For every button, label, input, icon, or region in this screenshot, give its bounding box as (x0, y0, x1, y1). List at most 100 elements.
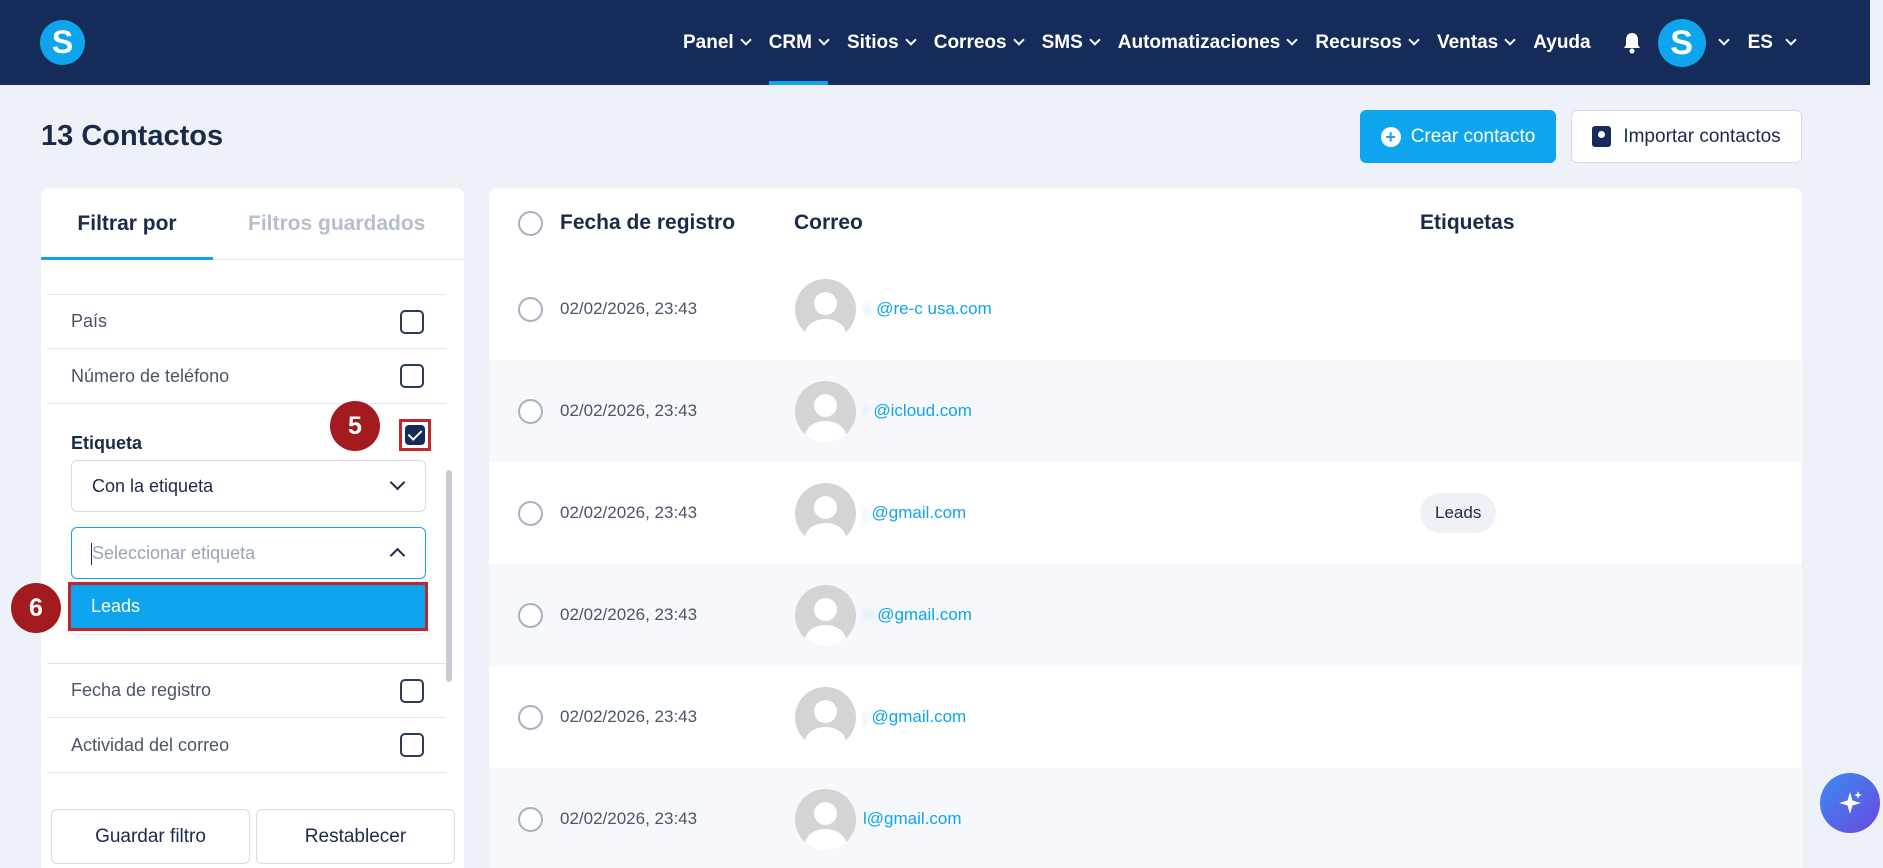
bell-icon[interactable] (1622, 32, 1642, 54)
table-row[interactable]: 02/02/2026, 23:43 j @gmail.com (489, 666, 1802, 768)
row-email[interactable]: r @icloud.com (863, 401, 972, 421)
main-nav: Panel CRM Sitios Correos SMS Automatizac… (683, 0, 1797, 85)
email-domain: @gmail.com (877, 605, 972, 624)
tag-search-input[interactable]: Seleccionar etiqueta (71, 527, 426, 579)
save-filter-button[interactable]: Guardar filtro (51, 809, 250, 864)
nav-automatizaciones[interactable]: Automatizaciones (1118, 0, 1299, 85)
table-row[interactable]: 02/02/2026, 23:43 l@gmail.com (489, 768, 1802, 868)
contact-avatar (795, 788, 856, 850)
chevron-down-icon (1089, 34, 1101, 46)
tag-condition-select[interactable]: Con la etiqueta (71, 460, 426, 512)
email-domain: @icloud.com (873, 401, 972, 420)
nav-correos[interactable]: Correos (933, 0, 1025, 85)
tag-badge: Leads (1420, 493, 1497, 533)
nav-panel[interactable]: Panel (683, 0, 752, 85)
reset-filter-button[interactable]: Restablecer (256, 809, 455, 864)
row-date: 02/02/2026, 23:43 (560, 299, 698, 318)
filter-row-label: País (71, 311, 108, 331)
row-select-radio[interactable] (518, 398, 543, 424)
contact-card-icon (1592, 126, 1612, 147)
nav-sms[interactable]: SMS (1041, 0, 1101, 85)
row-email[interactable]: j @gmail.com (863, 503, 966, 523)
plus-circle-icon: + (1380, 126, 1401, 147)
select-all-radio[interactable] (518, 210, 543, 236)
contact-avatar (795, 686, 856, 748)
nav-recursos[interactable]: Recursos (1315, 0, 1420, 85)
chevron-down-icon (1286, 34, 1299, 46)
create-contact-label: Crear contacto (1410, 125, 1536, 147)
table-row[interactable]: 02/02/2026, 23:43 j @gmail.com Leads (489, 462, 1802, 564)
email-domain: l@gmail.com (863, 809, 962, 828)
row-email[interactable]: s @re-c usa.com (863, 299, 992, 319)
chevron-down-icon (389, 474, 406, 491)
chevron-up-icon[interactable] (389, 547, 406, 564)
language-selector[interactable]: ES (1747, 31, 1797, 54)
nav-label: Correos (933, 31, 1007, 53)
chevron-down-icon (818, 34, 830, 46)
table-row[interactable]: 02/02/2026, 23:43 r @icloud.com (489, 360, 1802, 462)
filter-row-registration-date[interactable]: Fecha de registro (47, 663, 446, 718)
email-redacted: j (863, 707, 872, 726)
nav-crm[interactable]: CRM (768, 0, 830, 85)
nav-sitios[interactable]: Sitios (847, 0, 917, 85)
email-redacted: j (863, 503, 872, 522)
filter-panel: Filtrar por Filtros guardados País Númer… (11, 188, 464, 868)
column-header-tags[interactable]: Etiquetas (1420, 211, 1515, 235)
chevron-down-icon[interactable] (1717, 34, 1730, 46)
row-date: 02/02/2026, 23:43 (560, 605, 698, 624)
country-checkbox[interactable] (400, 309, 424, 334)
tag-checkbox[interactable] (399, 419, 431, 451)
row-select-radio[interactable] (518, 806, 543, 832)
nav-ayuda[interactable]: Ayuda (1533, 0, 1590, 85)
email-redacted: s (863, 299, 877, 318)
filter-row-label: Actividad del correo (71, 734, 230, 755)
row-select-radio[interactable] (518, 704, 543, 730)
user-avatar[interactable]: S (1657, 18, 1706, 67)
filter-scrollbar[interactable] (446, 470, 452, 682)
contacts-table: Fecha de registro Correo Etiquetas 02/02… (489, 188, 1802, 868)
phone-checkbox[interactable] (400, 364, 424, 388)
tab-filter-by[interactable]: Filtrar por (41, 188, 213, 260)
import-contacts-button[interactable]: Importar contactos (1571, 110, 1802, 163)
tag-filter-label: Etiqueta (71, 433, 143, 453)
email-domain: @gmail.com (871, 503, 967, 522)
nav-label: Panel (683, 31, 734, 53)
column-header-email[interactable]: Correo (794, 211, 863, 235)
contact-avatar (795, 278, 856, 340)
table-row[interactable]: 02/02/2026, 23:43 s @re-c usa.com (489, 258, 1802, 360)
chevron-down-icon (1785, 34, 1797, 46)
text-caret (91, 543, 92, 565)
nav-label: CRM (768, 31, 812, 53)
tag-option-leads[interactable]: Leads (68, 582, 428, 631)
row-email[interactable]: n @gmail.com (863, 605, 972, 625)
filter-row-email-activity[interactable]: Actividad del correo (47, 718, 446, 773)
registration-date-checkbox[interactable] (400, 678, 424, 703)
app-logo[interactable]: S (40, 20, 85, 65)
row-select-radio[interactable] (518, 602, 543, 628)
step-marker-5: 5 (330, 401, 380, 451)
table-row[interactable]: 02/02/2026, 23:43 n @gmail.com (489, 564, 1802, 666)
filter-row-country[interactable]: País (47, 294, 446, 349)
filter-row-phone[interactable]: Número de teléfono (47, 349, 446, 404)
create-contact-button[interactable]: + Crear contacto (1360, 110, 1556, 163)
chevron-down-icon (905, 34, 917, 46)
email-domain: @re-c usa.com (876, 299, 992, 318)
column-header-date[interactable]: Fecha de registro (560, 211, 735, 235)
language-label: ES (1747, 31, 1773, 53)
nav-label: SMS (1041, 31, 1083, 53)
nav-label: Recursos (1315, 31, 1402, 53)
nav-ventas[interactable]: Ventas (1436, 0, 1516, 85)
chevron-down-icon (1408, 34, 1420, 46)
top-navbar: S Panel CRM Sitios Correos SMS Automatiz… (0, 0, 1870, 85)
email-activity-checkbox[interactable] (400, 733, 424, 757)
nav-label: Ventas (1436, 31, 1499, 53)
row-select-radio[interactable] (518, 296, 543, 322)
email-redacted: n (863, 605, 878, 624)
row-select-radio[interactable] (518, 500, 543, 526)
chevron-down-icon (1504, 34, 1516, 46)
tab-saved-filters[interactable]: Filtros guardados (248, 188, 425, 260)
row-email[interactable]: j @gmail.com (863, 707, 966, 727)
nav-label: Ayuda (1533, 31, 1591, 53)
ai-assistant-button[interactable] (1820, 773, 1880, 833)
row-email[interactable]: l@gmail.com (863, 809, 962, 829)
